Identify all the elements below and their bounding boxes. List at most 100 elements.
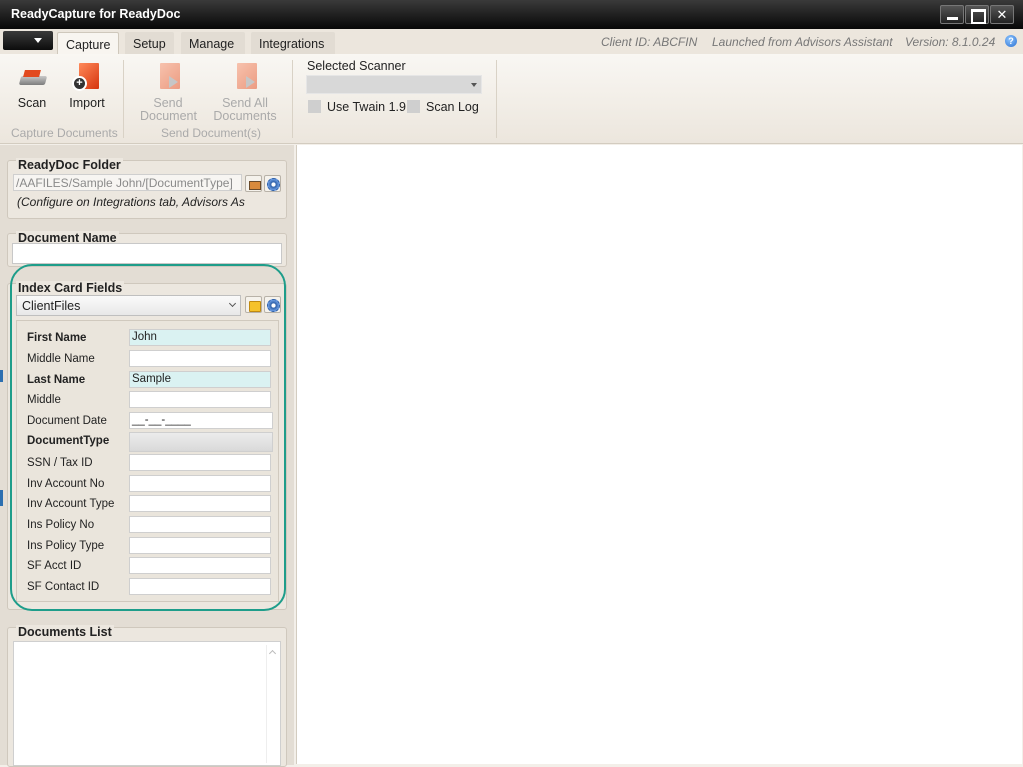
title-bar: ReadyCapture for ReadyDoc ✕ bbox=[0, 0, 1023, 29]
inv-account-no-input[interactable] bbox=[129, 475, 271, 492]
field-label: Inv Account No bbox=[27, 478, 105, 490]
inv-account-type-input[interactable] bbox=[129, 495, 271, 512]
client-id-label: Client ID: ABCFIN bbox=[601, 35, 698, 49]
folder-settings-gear-icon[interactable] bbox=[264, 175, 281, 192]
help-icon[interactable]: ? bbox=[1005, 35, 1017, 47]
field-row-ins-policy-type: Ins Policy Type bbox=[27, 537, 279, 555]
field-label: Inv Account Type bbox=[27, 498, 115, 510]
folder-card-icon[interactable] bbox=[245, 175, 262, 192]
field-row-document-type: DocumentType bbox=[27, 432, 279, 452]
field-label: SF Contact ID bbox=[27, 581, 100, 593]
ribbon-separator bbox=[292, 60, 293, 138]
import-label: Import bbox=[69, 96, 105, 110]
middle-name-input[interactable] bbox=[129, 350, 271, 367]
ssn-tax-id-input[interactable] bbox=[129, 454, 271, 471]
document-name-input[interactable] bbox=[12, 243, 282, 264]
import-button[interactable]: + Import bbox=[64, 62, 110, 110]
selected-scanner-label: Selected Scanner bbox=[307, 59, 406, 73]
index-folder-icon[interactable] bbox=[245, 296, 262, 313]
document-viewer[interactable] bbox=[296, 145, 1022, 764]
field-row-sf-acct-id: SF Acct ID bbox=[27, 557, 279, 575]
document-type-select[interactable] bbox=[129, 432, 273, 452]
close-button[interactable]: ✕ bbox=[990, 5, 1014, 24]
ribbon: Scan + Import Send Document Send All Doc… bbox=[0, 54, 1023, 144]
field-label: Ins Policy Type bbox=[27, 540, 105, 552]
edge-marker bbox=[0, 370, 3, 382]
tab-manage[interactable]: Manage bbox=[181, 32, 245, 54]
send-all-label-line2: Documents bbox=[213, 109, 277, 123]
use-twain-checkbox-box bbox=[308, 100, 321, 113]
documents-list-group: Documents List bbox=[7, 625, 287, 767]
ins-policy-no-input[interactable] bbox=[129, 516, 271, 533]
tab-integrations[interactable]: Integrations bbox=[251, 32, 335, 54]
launched-from-label: Launched from Advisors Assistant bbox=[712, 35, 893, 49]
field-label: DocumentType bbox=[27, 435, 110, 447]
first-name-input[interactable]: John bbox=[129, 329, 271, 346]
send-all-documents-button[interactable]: Send All Documents bbox=[212, 62, 278, 123]
field-label: SSN / Tax ID bbox=[27, 457, 93, 469]
version-label: Version: 8.1.0.24 bbox=[905, 35, 996, 49]
tab-strip: Capture Setup Manage Integrations Client… bbox=[0, 29, 1023, 54]
scanner-select[interactable] bbox=[306, 75, 482, 94]
field-row-middle-name: Middle Name bbox=[27, 350, 279, 368]
ribbon-separator bbox=[496, 60, 497, 138]
maximize-button[interactable] bbox=[965, 5, 989, 24]
folder-config-note: (Configure on Integrations tab, Advisors… bbox=[17, 195, 245, 209]
field-label: Middle bbox=[27, 394, 61, 406]
last-name-input[interactable]: Sample bbox=[129, 371, 271, 388]
scan-label: Scan bbox=[17, 96, 47, 110]
group-label-capture-documents: Capture Documents bbox=[11, 126, 118, 140]
field-label: SF Acct ID bbox=[27, 560, 82, 572]
field-label: Ins Policy No bbox=[27, 519, 95, 531]
use-twain-label: Use Twain 1.9 bbox=[327, 100, 406, 114]
app-menu-button[interactable] bbox=[3, 31, 53, 50]
use-twain-checkbox[interactable]: Use Twain 1.9 bbox=[308, 100, 406, 114]
field-row-inv-account-no: Inv Account No bbox=[27, 475, 279, 493]
documents-list-title: Documents List bbox=[16, 625, 114, 639]
readydoc-folder-title: ReadyDoc Folder bbox=[16, 158, 123, 172]
index-settings-gear-icon[interactable] bbox=[264, 296, 281, 313]
send-document-label-line2: Document bbox=[140, 109, 197, 123]
scanner-icon bbox=[17, 62, 47, 92]
index-card-fields-title: Index Card Fields bbox=[16, 281, 125, 295]
folder-path-field[interactable]: /AAFILES/Sample John/[DocumentType] bbox=[13, 174, 242, 191]
scan-log-checkbox-box bbox=[407, 100, 420, 113]
edge-marker bbox=[0, 490, 3, 506]
field-row-sf-contact-id: SF Contact ID bbox=[27, 578, 279, 596]
field-label: Last Name bbox=[27, 374, 86, 386]
index-card-fields-group: Index Card Fields ClientFiles First Name… bbox=[7, 281, 287, 610]
group-label-send-documents: Send Document(s) bbox=[161, 126, 262, 140]
middle-input[interactable] bbox=[129, 391, 271, 408]
left-panel: ReadyDoc Folder /AAFILES/Sample John/[Do… bbox=[0, 145, 294, 767]
index-fields-box: First Name John Middle Name Last Name Sa… bbox=[16, 320, 279, 602]
documents-list[interactable] bbox=[13, 641, 281, 766]
scan-button[interactable]: Scan bbox=[12, 62, 52, 110]
ins-policy-type-input[interactable] bbox=[129, 537, 271, 554]
tab-capture[interactable]: Capture bbox=[57, 32, 119, 54]
field-label: Middle Name bbox=[27, 353, 95, 365]
scan-log-label: Scan Log bbox=[426, 100, 479, 114]
minimize-button[interactable] bbox=[940, 5, 964, 24]
documents-list-scrollbar[interactable] bbox=[266, 645, 278, 763]
document-name-group: Document Name bbox=[7, 231, 287, 267]
send-all-documents-icon bbox=[230, 62, 260, 92]
readydoc-folder-group: ReadyDoc Folder /AAFILES/Sample John/[Do… bbox=[7, 158, 287, 219]
field-row-last-name: Last Name Sample bbox=[27, 371, 279, 389]
scan-log-checkbox[interactable]: Scan Log bbox=[407, 100, 479, 114]
field-row-middle: Middle bbox=[27, 391, 279, 409]
tab-setup[interactable]: Setup bbox=[125, 32, 174, 54]
send-document-icon bbox=[153, 62, 183, 92]
send-document-button[interactable]: Send Document bbox=[140, 62, 197, 123]
sf-acct-id-input[interactable] bbox=[129, 557, 271, 574]
field-label: First Name bbox=[27, 332, 87, 344]
ribbon-separator bbox=[123, 60, 124, 138]
import-document-icon: + bbox=[72, 62, 102, 92]
field-row-document-date: Document Date __-__-____ bbox=[27, 412, 279, 430]
field-row-ssn: SSN / Tax ID bbox=[27, 454, 279, 472]
sf-contact-id-input[interactable] bbox=[129, 578, 271, 595]
window-title: ReadyCapture for ReadyDoc bbox=[11, 7, 181, 21]
index-card-select[interactable]: ClientFiles bbox=[16, 295, 241, 316]
document-date-input[interactable]: __-__-____ bbox=[129, 412, 273, 429]
field-label: Document Date bbox=[27, 415, 107, 427]
field-row-first-name: First Name John bbox=[27, 329, 279, 347]
